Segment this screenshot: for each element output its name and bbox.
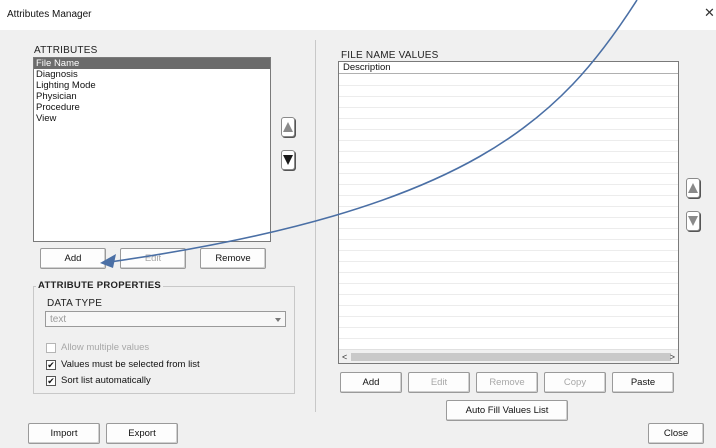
check-icon: ✔	[47, 359, 55, 370]
attribute-properties-title: ATTRIBUTE PROPERTIES	[36, 280, 163, 291]
data-type-label: DATA TYPE	[47, 298, 103, 309]
window-title: Attributes Manager	[7, 9, 92, 20]
attribute-remove-button[interactable]: Remove	[200, 248, 266, 269]
attributes-label: ATTRIBUTES	[34, 45, 98, 56]
export-button[interactable]: Export	[106, 423, 178, 444]
value-edit-button[interactable]: Edit	[408, 372, 470, 393]
title-bar	[0, 0, 716, 30]
panel-divider	[315, 40, 316, 412]
values-table[interactable]: Description < >	[338, 61, 679, 364]
sort-list-checkbox[interactable]: ✔	[46, 376, 56, 386]
list-item-file-name[interactable]: File Name	[34, 58, 270, 69]
value-move-down-button[interactable]	[686, 211, 700, 231]
attribute-edit-button[interactable]: Edit	[120, 248, 186, 269]
value-copy-button[interactable]: Copy	[544, 372, 606, 393]
up-arrow-icon	[283, 122, 293, 132]
attributes-list[interactable]: File Name Diagnosis Lighting Mode Physic…	[33, 57, 271, 242]
value-paste-button[interactable]: Paste	[612, 372, 674, 393]
must-select-checkbox[interactable]: ✔	[46, 360, 56, 370]
scroll-left-icon[interactable]: <	[342, 352, 347, 362]
description-column-header[interactable]: Description	[339, 62, 678, 74]
check-icon: ✔	[47, 375, 55, 386]
allow-multiple-checkbox[interactable]	[46, 343, 56, 353]
attribute-move-up-button[interactable]	[281, 117, 295, 137]
down-arrow-icon	[283, 155, 293, 165]
value-move-up-button[interactable]	[686, 178, 700, 198]
list-item-physician[interactable]: Physician	[34, 91, 270, 102]
allow-multiple-label: Allow multiple values	[61, 342, 150, 353]
data-type-value: text	[50, 314, 67, 325]
data-type-select[interactable]: text	[45, 311, 286, 327]
values-rows	[339, 75, 678, 349]
value-remove-button[interactable]: Remove	[476, 372, 538, 393]
close-window-icon[interactable]: ✕	[704, 6, 715, 20]
close-button[interactable]: Close	[648, 423, 704, 444]
chevron-down-icon	[275, 318, 281, 322]
list-item-procedure[interactable]: Procedure	[34, 102, 270, 113]
sort-list-label: Sort list automatically	[61, 375, 151, 386]
list-item-diagnosis[interactable]: Diagnosis	[34, 69, 270, 80]
auto-fill-values-button[interactable]: Auto Fill Values List	[446, 400, 568, 421]
import-button[interactable]: Import	[28, 423, 100, 444]
list-item-view[interactable]: View	[34, 113, 270, 124]
values-label: FILE NAME VALUES	[341, 50, 439, 61]
horizontal-scrollbar[interactable]: < >	[339, 349, 678, 363]
must-select-label: Values must be selected from list	[61, 359, 200, 370]
attribute-add-button[interactable]: Add	[40, 248, 106, 269]
up-arrow-icon	[688, 183, 698, 193]
list-item-lighting-mode[interactable]: Lighting Mode	[34, 80, 270, 91]
attribute-move-down-button[interactable]	[281, 150, 295, 170]
down-arrow-icon	[688, 216, 698, 226]
value-add-button[interactable]: Add	[340, 372, 402, 393]
scroll-right-icon[interactable]: >	[670, 352, 675, 362]
scrollbar-thumb[interactable]	[351, 353, 671, 361]
